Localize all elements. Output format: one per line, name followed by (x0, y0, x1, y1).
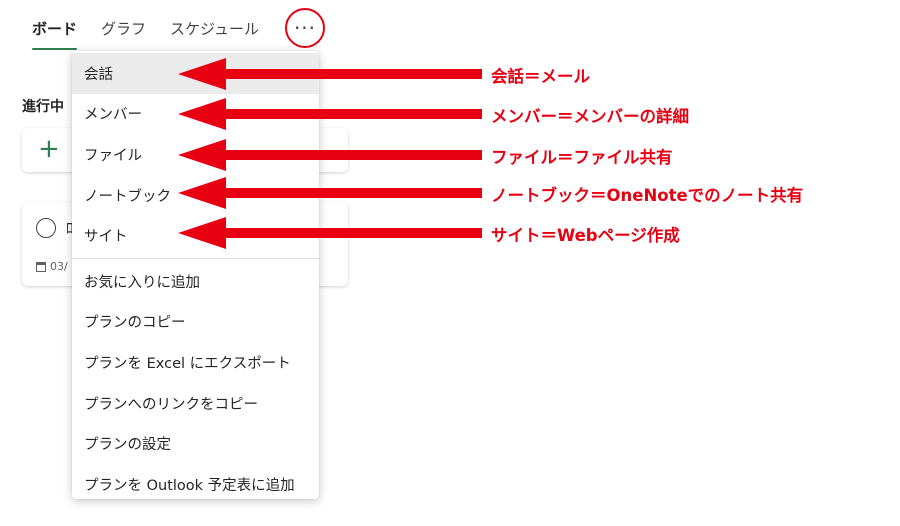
menu-item-plan-settings[interactable]: プランの設定 (72, 423, 319, 464)
menu-divider (72, 257, 319, 259)
view-tabs: ボード グラフ スケジュール (32, 14, 283, 50)
menu-item-members[interactable]: メンバー (72, 94, 319, 135)
menu-item-notebook[interactable]: ノートブック (72, 175, 319, 216)
calendar-icon (36, 261, 46, 272)
menu-item-site[interactable]: サイト (72, 215, 319, 256)
complete-task-radio[interactable] (36, 218, 56, 238)
menu-item-copy-link[interactable]: プランへのリンクをコピー (72, 383, 319, 424)
annotation-members: メンバー＝メンバーの詳細 (491, 107, 689, 126)
tab-board[interactable]: ボード (32, 15, 78, 50)
annotation-conversations: 会話＝メール (491, 67, 590, 86)
task-due-date: 03/ (36, 260, 68, 273)
tab-chart[interactable]: グラフ (101, 15, 146, 43)
annotation-notebook: ノートブック＝OneNoteでのノート共有 (491, 186, 804, 205)
plus-icon: + (38, 134, 60, 164)
menu-item-files[interactable]: ファイル (72, 134, 319, 175)
menu-item-export-excel[interactable]: プランを Excel にエクスポート (72, 342, 319, 383)
menu-item-add-outlook[interactable]: プランを Outlook 予定表に追加 (72, 464, 319, 505)
annotation-files: ファイル＝ファイル共有 (491, 148, 673, 167)
menu-item-conversations[interactable]: 会話 (72, 53, 319, 94)
annotation-site: サイト＝Webページ作成 (491, 226, 680, 245)
ellipsis-icon: ··· (293, 16, 317, 40)
menu-item-add-favorite[interactable]: お気に入りに追加 (72, 261, 319, 302)
menu-item-copy-plan[interactable]: プランのコピー (72, 302, 319, 343)
more-options-button[interactable]: ··· (285, 8, 325, 48)
bucket-title: 進行中 (22, 99, 64, 115)
more-options-menu: 会話 メンバー ファイル ノートブック サイト お気に入りに追加 プランのコピー… (72, 51, 319, 499)
tab-schedule[interactable]: スケジュール (170, 15, 259, 43)
task-due-date-text: 03/ (50, 260, 68, 273)
